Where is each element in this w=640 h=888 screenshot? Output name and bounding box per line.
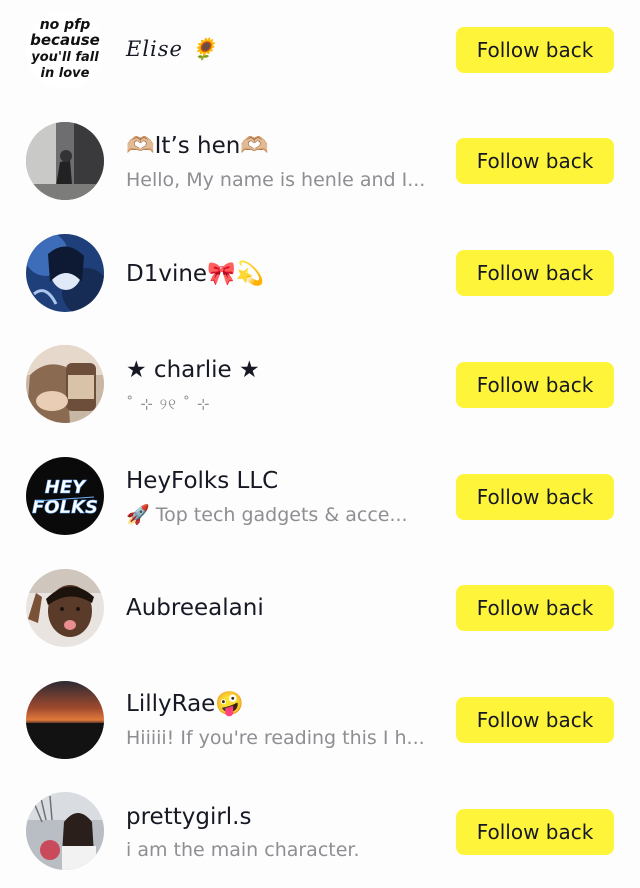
follow-back-button[interactable]: Follow back (456, 138, 614, 184)
follower-row[interactable]: Aubreealani Follow back (0, 552, 640, 664)
avatar[interactable] (26, 681, 104, 759)
follower-bio: ˚ ⊹ ୨୧ ˚ ⊹ (126, 395, 211, 413)
follow-back-button[interactable]: Follow back (456, 250, 614, 296)
photo-avatar-image (26, 345, 104, 423)
follower-name[interactable]: HeyFolks LLC (126, 466, 278, 496)
avatar-text-line: because (30, 31, 100, 49)
follow-back-button[interactable]: Follow back (456, 474, 614, 520)
follow-back-button[interactable]: Follow back (456, 809, 614, 855)
avatar[interactable] (26, 569, 104, 647)
follower-row[interactable]: D1vine🎀💫 Follow back (0, 217, 640, 329)
photo-avatar-image (26, 792, 104, 870)
avatar[interactable] (26, 345, 104, 423)
follower-name[interactable]: ★ charlie ★ (126, 355, 260, 385)
follow-back-button[interactable]: Follow back (456, 585, 614, 631)
follower-row[interactable]: HEY FOLKS HeyFolks LLC 🚀 Top tech gadget… (0, 440, 640, 552)
avatar-text-line: you'll fall (31, 50, 99, 65)
avatar[interactable] (26, 234, 104, 312)
follower-row[interactable]: 🫶🏼It’s hen🫶🏼 Hello, My name is henle and… (0, 106, 640, 218)
follow-back-button[interactable]: Follow back (456, 697, 614, 743)
photo-avatar-image (26, 234, 104, 312)
logo-avatar-image: HEY FOLKS (26, 457, 104, 535)
follower-row[interactable]: no pfp because you'll fall in love Elise… (0, 0, 640, 106)
follower-row[interactable]: ★ charlie ★ ˚ ⊹ ୨୧ ˚ ⊹ Follow back (0, 328, 640, 440)
follower-name[interactable]: LillyRae🤪 (126, 689, 244, 719)
avatar-text-line: in love (41, 66, 90, 81)
follower-bio: Hello, My name is henle and I... (126, 169, 426, 191)
follow-back-button[interactable]: Follow back (456, 362, 614, 408)
logo-text-line: HEY (45, 477, 87, 498)
avatar[interactable] (26, 792, 104, 870)
avatar[interactable]: HEY FOLKS (26, 457, 104, 535)
photo-avatar-image (26, 569, 104, 647)
follow-back-button[interactable]: Follow back (456, 27, 614, 73)
follower-name[interactable]: D1vine🎀💫 (126, 259, 264, 289)
follower-bio: 🚀 Top tech gadgets & acce... (126, 504, 408, 526)
text-avatar-image: no pfp because you'll fall in love (26, 11, 104, 89)
avatar[interactable]: no pfp because you'll fall in love (26, 11, 104, 89)
follower-bio: Hiiiii! If you're reading this I h... (126, 727, 425, 749)
follower-name[interactable]: 🫶🏼It’s hen🫶🏼 (126, 131, 269, 161)
follower-row[interactable]: prettygirl.s i am the main character. Fo… (0, 776, 640, 888)
follower-name[interactable]: Aubreealani (126, 593, 264, 623)
follower-bio: i am the main character. (126, 839, 360, 861)
avatar[interactable] (26, 122, 104, 200)
follower-name[interactable]: prettygirl.s (126, 802, 251, 832)
photo-avatar-image (26, 681, 104, 759)
follower-row[interactable]: LillyRae🤪 Hiiiii! If you're reading this… (0, 664, 640, 776)
follower-name[interactable]: Elise 🌻 (126, 34, 218, 64)
photo-avatar-image (26, 122, 104, 200)
